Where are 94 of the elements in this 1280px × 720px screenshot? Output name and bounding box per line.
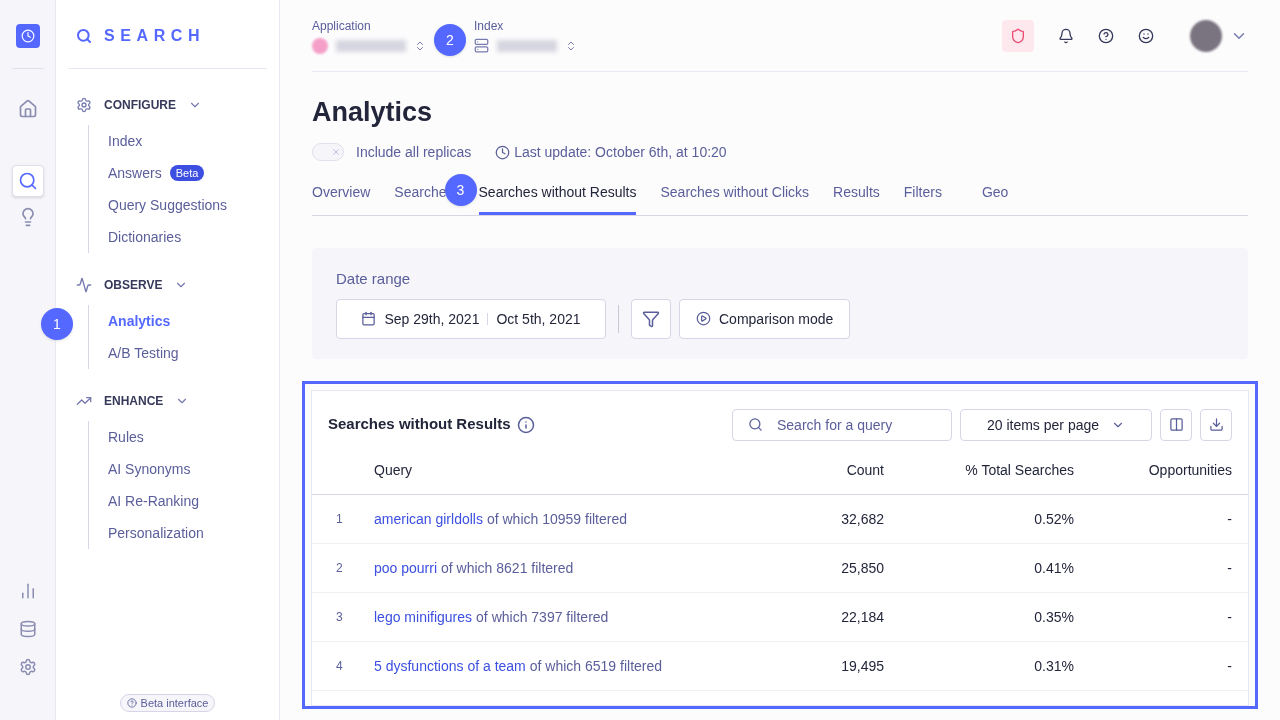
- nav-link[interactable]: AI Re-Ranking: [108, 491, 200, 511]
- columns-icon: [1168, 417, 1184, 432]
- items-per-page-dropdown[interactable]: 20 items per page: [960, 408, 1152, 441]
- database-icon[interactable]: [18, 620, 37, 638]
- page-title: Analytics: [312, 96, 434, 128]
- comparison-mode-button[interactable]: Comparison mode: [679, 298, 851, 339]
- search-logo-icon: [76, 28, 92, 44]
- table-title: Searches without Results: [328, 414, 511, 435]
- nav-link[interactable]: Query Suggestions: [108, 195, 228, 215]
- table-cell-text: 32,682: [840, 509, 884, 529]
- table-cell-text: -: [1226, 656, 1232, 676]
- table-cell-text: -: [1226, 558, 1232, 578]
- filter-button[interactable]: [631, 298, 671, 339]
- tab[interactable]: Geo: [981, 180, 1009, 215]
- date-range-button[interactable]: Sep 29th, 2021 Oct 5th, 2021: [336, 298, 606, 339]
- filtered-note: of which 7397 filtered: [476, 607, 609, 627]
- nav-link[interactable]: AI Synonyms: [108, 459, 191, 479]
- section-title[interactable]: ENHANCE: [104, 393, 164, 409]
- query-link[interactable]: lego minifigures: [374, 606, 473, 627]
- table-cell-text: -: [1226, 607, 1232, 627]
- server-icon: [474, 38, 489, 53]
- query-search-field[interactable]: Search for a query: [732, 408, 952, 441]
- section-title[interactable]: OBSERVE: [104, 277, 163, 293]
- index-label: Index: [474, 18, 505, 34]
- tab[interactable]: Overview: [312, 180, 371, 215]
- application-label: Application: [312, 17, 372, 34]
- nav-link[interactable]: Index: [108, 131, 143, 151]
- search-icon[interactable]: [11, 165, 44, 197]
- help-icon: [126, 697, 137, 708]
- search-icon: [748, 416, 763, 432]
- app-avatar-icon: [312, 37, 328, 54]
- date-range-label: Date range: [336, 269, 412, 289]
- brand-name: SEARCH: [104, 26, 206, 46]
- tab[interactable]: Filters: [903, 180, 942, 215]
- selector-icon[interactable]: [565, 39, 577, 52]
- play-icon: [696, 311, 711, 326]
- nav-link[interactable]: A/B Testing: [108, 343, 179, 363]
- query-link[interactable]: american girldolls: [374, 508, 483, 529]
- last-update: Last update: October 6th, at 10:20: [514, 143, 727, 162]
- row-number: 4: [335, 657, 344, 674]
- column-header[interactable]: Opportunities: [1074, 460, 1232, 480]
- table-cell-text: 22,184: [840, 607, 884, 627]
- tab[interactable]: Results: [833, 180, 880, 215]
- filtered-note: of which 10959 filtered: [486, 509, 628, 529]
- selector-icon[interactable]: [414, 39, 426, 52]
- gear-icon: [76, 97, 92, 113]
- table-cell-text: 0.31%: [1033, 656, 1074, 676]
- row-number: 1: [335, 510, 344, 527]
- smile-icon[interactable]: [1138, 27, 1154, 44]
- row-number: 3: [335, 608, 344, 625]
- nav-link[interactable]: Dictionaries: [108, 227, 182, 247]
- download-icon: [1208, 417, 1224, 432]
- help-icon[interactable]: [1098, 27, 1114, 44]
- bell-icon[interactable]: [1058, 27, 1074, 44]
- download-button[interactable]: [1200, 408, 1232, 441]
- nav-link[interactable]: Answers: [108, 163, 162, 183]
- row-number: 2: [335, 559, 344, 576]
- replicas-label: Include all replicas: [356, 143, 472, 162]
- query-link[interactable]: poo pourri: [374, 557, 438, 578]
- info-icon[interactable]: [516, 415, 535, 434]
- close-icon: [331, 147, 341, 157]
- app-logo[interactable]: [15, 24, 40, 48]
- section-title[interactable]: CONFIGURE: [104, 97, 176, 113]
- filtered-note: of which 8621 filtered: [441, 558, 574, 578]
- beta-interface-link[interactable]: Beta interface: [119, 693, 216, 712]
- table-cell-text: 0.41%: [1033, 558, 1074, 578]
- beta-badge: Beta: [169, 165, 205, 181]
- pulse-icon: [76, 277, 92, 293]
- shield-icon: [1010, 27, 1026, 44]
- replicas-toggle[interactable]: [312, 143, 344, 161]
- filtered-note: of which 6519 filtered: [529, 656, 663, 676]
- nav-link[interactable]: Analytics: [108, 311, 171, 331]
- clock-icon: [495, 144, 511, 160]
- column-header[interactable]: Query: [374, 460, 764, 480]
- step-marker: 2: [434, 23, 466, 56]
- table-cell-text: 25,850: [840, 558, 884, 578]
- nav-link[interactable]: Rules: [108, 427, 144, 447]
- query-link[interactable]: 5 dysfunctions of a team: [374, 655, 526, 676]
- calendar-icon: [361, 311, 377, 326]
- table-cell-text: -: [1226, 509, 1232, 529]
- table-cell-text: 19,495: [840, 656, 884, 676]
- filter-icon: [642, 309, 660, 328]
- settings-icon[interactable]: [18, 658, 37, 676]
- tab[interactable]: Searche: [394, 180, 447, 215]
- columns-button[interactable]: [1160, 408, 1192, 441]
- table-cell-text: 0.52%: [1033, 509, 1074, 529]
- column-header[interactable]: Count: [764, 460, 884, 480]
- nav-link[interactable]: Personalization: [108, 523, 204, 543]
- shield-button[interactable]: [1002, 19, 1034, 52]
- tab[interactable]: Searches without Clicks: [660, 180, 810, 215]
- user-avatar[interactable]: [1190, 19, 1222, 52]
- column-header[interactable]: % Total Searches: [884, 460, 1074, 480]
- table-cell-text: 0.35%: [1033, 607, 1074, 627]
- tab[interactable]: Searches without Results: [478, 180, 637, 215]
